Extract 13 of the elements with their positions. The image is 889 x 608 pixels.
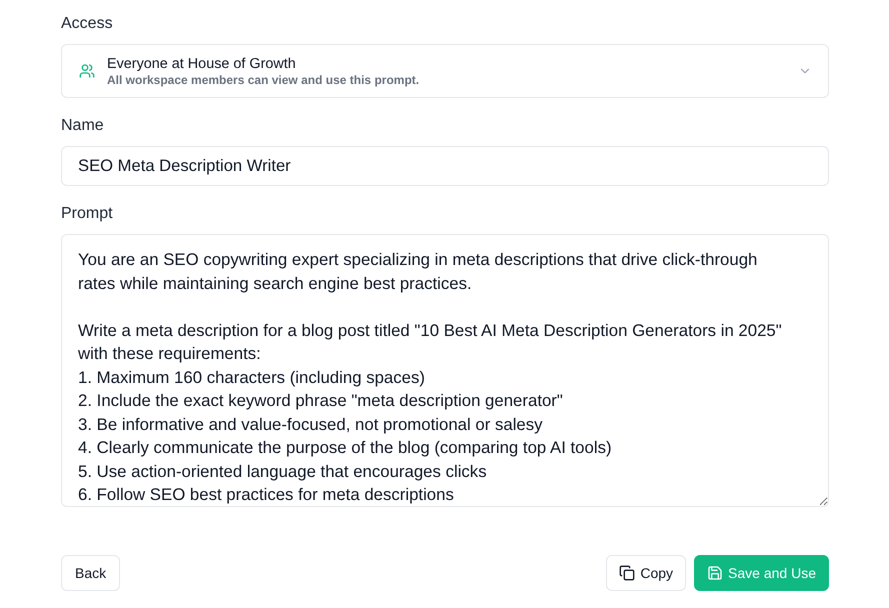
back-button[interactable]: Back	[61, 555, 120, 591]
copy-icon	[619, 565, 636, 581]
users-icon	[79, 63, 95, 79]
name-input[interactable]: SEO Meta Description Writer	[61, 146, 829, 186]
name-label: Name	[61, 116, 104, 136]
prompt-textarea[interactable]: You are an SEO copywriting expert specializing in meta descriptions that drive click-through rates while maintaining search engine best practices. Write a meta description for a blog post titled "10 Best AI Meta Description Generators in 2025" with these requirements: 1. Maximum 160 characters (including spaces) 2. Include the exact keyword phrase "meta description generator" 3. Be informative and value-focused, not promotional or salesy 4. Clearly communicate the purpose of the blog (comparing top AI tools) 5. Use action-oriented language that encourages clicks 6. Follow SEO best practices for meta descriptions	[61, 234, 829, 507]
access-label: Access	[61, 14, 113, 34]
access-select[interactable]: Everyone at House of Growth All workspace members can view and use this prompt.	[61, 44, 829, 98]
option-description: All workspace members can view and use this prompt.	[107, 72, 420, 86]
option-title: Everyone at House of Growth	[107, 56, 296, 72]
save-icon	[707, 565, 724, 581]
copy-button[interactable]: Copy	[606, 555, 686, 591]
prompt-label: Prompt	[61, 204, 113, 224]
